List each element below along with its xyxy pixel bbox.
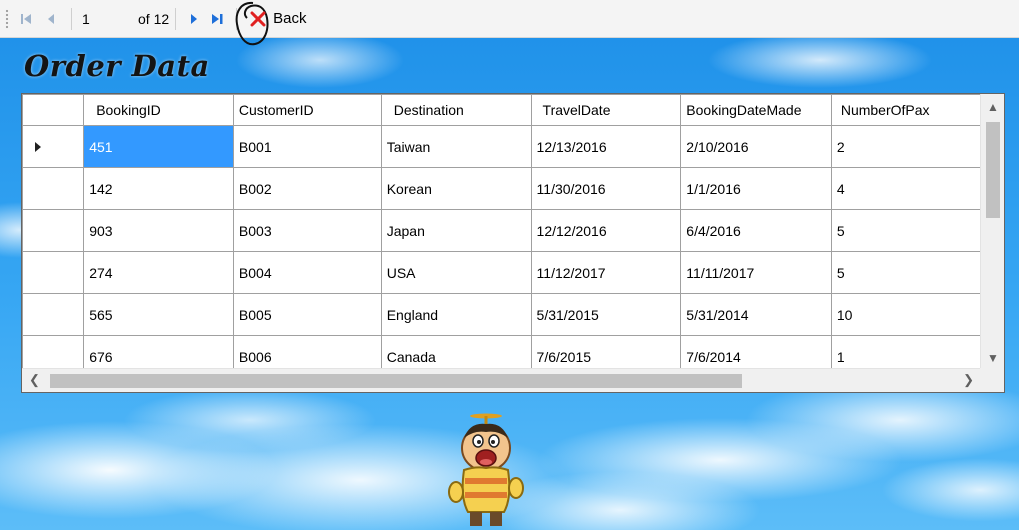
page-title: Order Data [24,49,210,83]
cell-bookingdatemade[interactable]: 2/10/2016 [680,125,832,168]
table-row[interactable]: 142 B002 Korean 11/30/2016 1/1/2016 4 [22,167,982,210]
grid-table: BookingID CustomerID Destination TravelD… [22,94,982,370]
row-header-cell[interactable] [22,209,85,252]
top-left-header-cell[interactable] [22,94,85,126]
scroll-up-icon[interactable]: ▲ [987,100,999,114]
table-row[interactable]: 274 B004 USA 11/12/2017 11/11/2017 5 [22,251,982,294]
scroll-left-icon[interactable]: ❮ [29,372,40,388]
cell-bookingid[interactable]: 903 [83,209,234,252]
cell-traveldate[interactable]: 11/30/2016 [530,167,682,210]
cell-traveldate[interactable]: 5/31/2015 [530,293,682,336]
cell-destination[interactable]: Taiwan [380,125,532,168]
row-header-cell[interactable] [22,251,85,294]
cell-destination[interactable]: Japan [380,209,532,252]
vertical-scroll-thumb[interactable] [986,122,1000,218]
column-header-destination[interactable]: Destination [380,94,532,126]
move-next-button[interactable] [182,7,206,31]
column-header-customerid[interactable]: CustomerID [232,94,382,126]
cell-numberofpax[interactable]: 1 [830,335,982,370]
header-row: BookingID CustomerID Destination TravelD… [22,94,982,126]
current-row-indicator-icon [35,141,41,152]
row-header-cell[interactable] [22,125,85,168]
row-header-cell[interactable] [22,335,85,370]
table-row[interactable]: 676 B006 Canada 7/6/2015 7/6/2014 1 [22,335,982,370]
cell-bookingid[interactable]: 274 [83,251,234,294]
cell-traveldate[interactable]: 12/12/2016 [530,209,682,252]
cell-customerid[interactable]: B006 [232,335,382,370]
cell-bookingdatemade[interactable]: 11/11/2017 [680,251,832,294]
scroll-down-icon[interactable]: ▼ [987,351,999,365]
column-header-bookingid[interactable]: BookingID [83,94,234,126]
back-button[interactable]: Back [235,1,312,45]
column-header-bookingdatemade[interactable]: BookingDateMade [680,94,832,126]
cell-bookingid[interactable]: 565 [83,293,234,336]
horizontal-scroll-thumb[interactable] [50,374,742,388]
row-header-cell[interactable] [22,167,85,210]
cell-bookingdatemade[interactable]: 6/4/2016 [680,209,832,252]
delete-x-icon [250,11,266,26]
cartoon-boy-mascot-image [448,413,524,526]
row-header-cell[interactable] [22,293,85,336]
vertical-scrollbar[interactable]: ▲ ▼ [980,94,1004,370]
back-button-label: Back [273,10,307,27]
scrollbar-corner [980,368,1004,392]
move-last-icon [212,13,223,24]
move-last-button[interactable] [206,7,230,31]
cell-bookingdatemade[interactable]: 7/6/2014 [680,335,832,370]
cell-numberofpax[interactable]: 5 [830,251,982,294]
cell-destination[interactable]: USA [380,251,532,294]
table-row[interactable]: 565 B005 England 5/31/2015 5/31/2014 10 [22,293,982,336]
grid-viewport: BookingID CustomerID Destination TravelD… [22,94,982,370]
cell-destination[interactable]: Korean [380,167,532,210]
cell-destination[interactable]: England [380,293,532,336]
cell-customerid[interactable]: B001 [232,125,382,168]
move-first-icon [21,13,31,24]
move-next-icon [191,13,198,24]
toolbar-separator [71,7,72,30]
toolbar-separator [175,7,177,30]
cell-traveldate[interactable]: 12/13/2016 [530,125,682,168]
cell-bookingid[interactable]: 676 [83,335,234,370]
cell-traveldate[interactable]: 11/12/2017 [530,251,682,294]
scroll-right-icon[interactable]: ❯ [963,372,974,388]
cell-numberofpax[interactable]: 2 [830,125,982,168]
table-row[interactable]: 451 B001 Taiwan 12/13/2016 2/10/2016 2 [22,125,982,168]
toolbar-grip-handle[interactable] [5,8,9,29]
cell-numberofpax[interactable]: 10 [830,293,982,336]
cell-numberofpax[interactable]: 5 [830,209,982,252]
cell-customerid[interactable]: B005 [232,293,382,336]
move-previous-icon [48,13,54,24]
cell-destination[interactable]: Canada [380,335,532,370]
cell-customerid[interactable]: B004 [232,251,382,294]
move-previous-button[interactable] [37,7,65,31]
cell-bookingid[interactable]: 451 [83,125,234,168]
column-header-numberofpax[interactable]: NumberOfPax [830,94,982,126]
horizontal-scrollbar[interactable]: ❮ ❯ [22,368,982,392]
order-data-grid[interactable]: BookingID CustomerID Destination TravelD… [21,93,1005,393]
position-input[interactable] [78,8,132,29]
cell-traveldate[interactable]: 7/6/2015 [530,335,682,370]
cell-bookingid[interactable]: 142 [83,167,234,210]
move-first-button[interactable] [15,7,37,31]
binding-navigator-toolbar: of 12 Back [0,0,1019,45]
cell-customerid[interactable]: B002 [232,167,382,210]
cell-customerid[interactable]: B003 [232,209,382,252]
cell-bookingdatemade[interactable]: 5/31/2014 [680,293,832,336]
column-header-traveldate[interactable]: TravelDate [530,94,682,126]
cell-bookingdatemade[interactable]: 1/1/2016 [680,167,832,210]
cell-numberofpax[interactable]: 4 [830,167,982,210]
table-row[interactable]: 903 B003 Japan 12/12/2016 6/4/2016 5 [22,209,982,252]
record-count-label: of 12 [138,10,170,27]
